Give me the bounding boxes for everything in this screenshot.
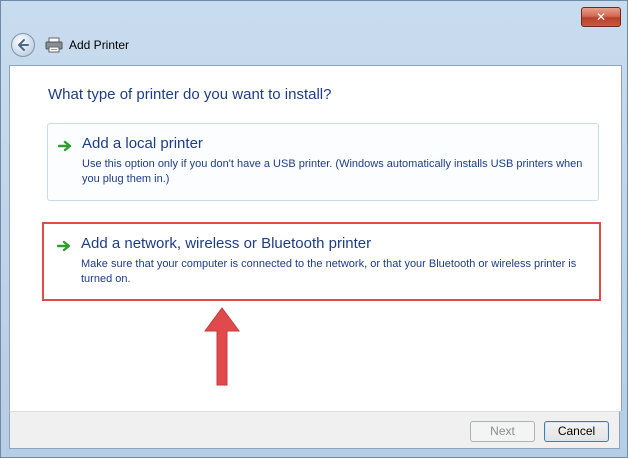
option-title: Add a local printer [82, 135, 203, 152]
window-title: Add Printer [69, 38, 130, 52]
title-bar: Add Printer [1, 29, 627, 63]
green-arrow-icon [58, 140, 72, 152]
next-button[interactable]: Next [470, 421, 535, 442]
back-button[interactable] [11, 33, 35, 57]
printer-icon [45, 37, 63, 53]
annotation-up-arrow-icon [204, 307, 240, 386]
page-heading: What type of printer do you want to inst… [48, 86, 332, 103]
add-local-printer-option[interactable]: Add a local printer Use this option only… [47, 123, 599, 201]
back-arrow-icon [18, 39, 29, 51]
close-button[interactable]: ✕ [581, 7, 621, 27]
annotation-highlight-box [42, 222, 601, 301]
option-description: Use this option only if you don't have a… [82, 158, 583, 185]
cancel-button[interactable]: Cancel [544, 421, 609, 442]
wizard-footer: Next Cancel [9, 411, 620, 449]
